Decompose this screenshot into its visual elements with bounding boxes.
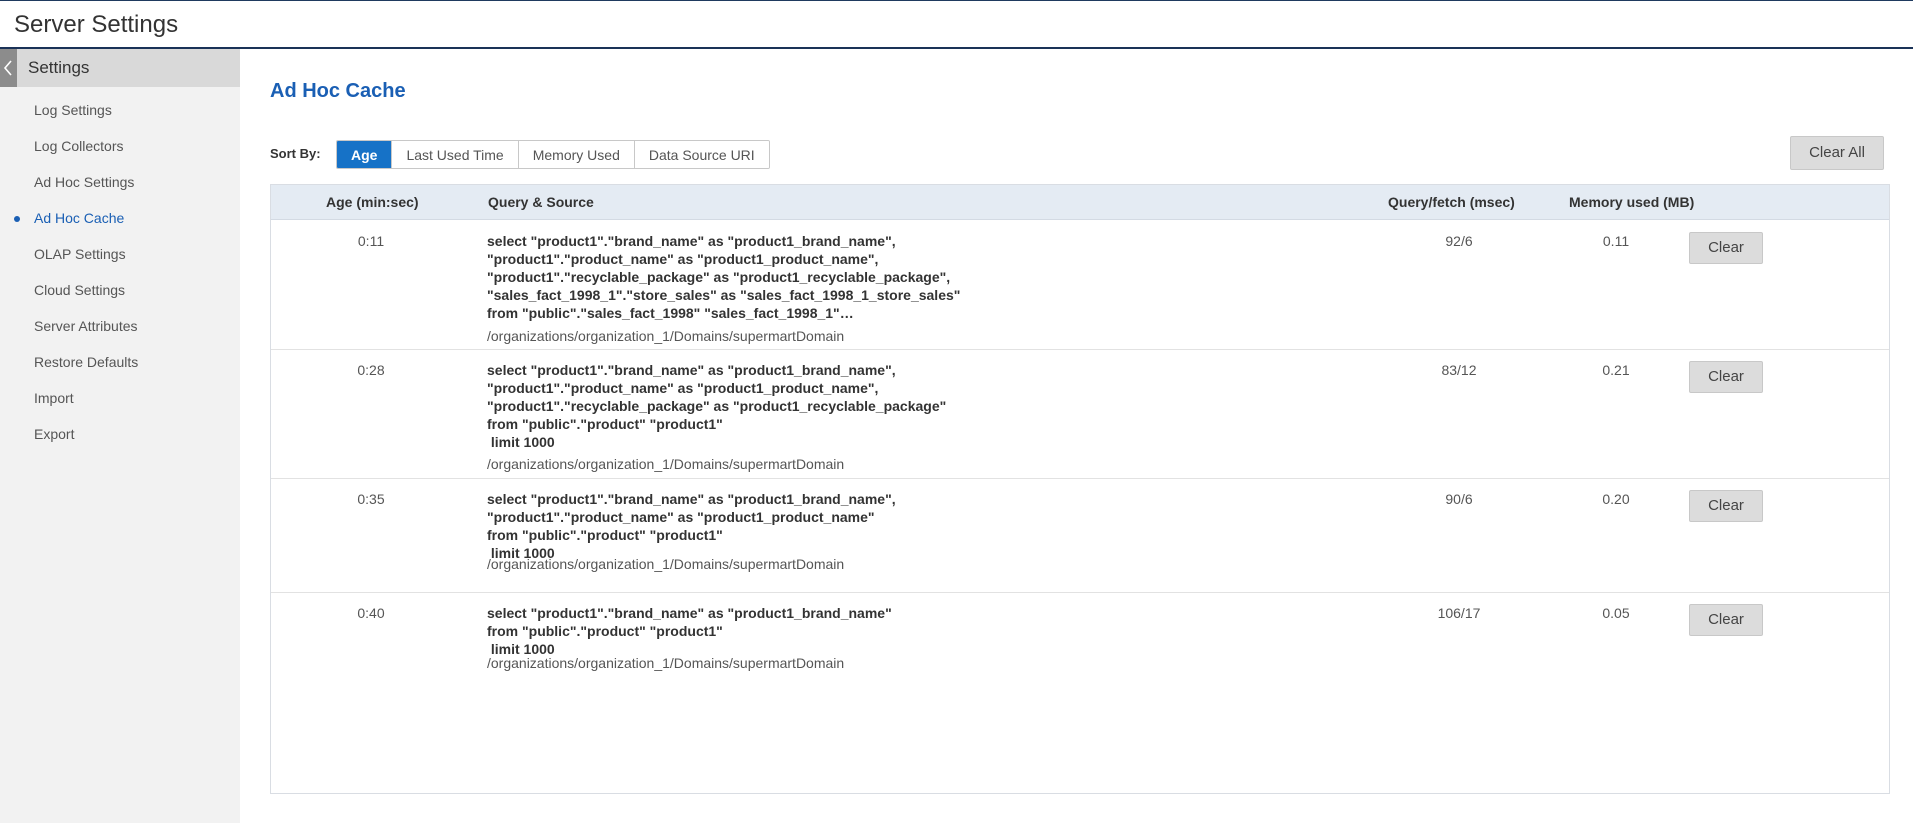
- sidebar-item-label: Ad Hoc Cache: [34, 210, 125, 226]
- age-cell: 0:40: [357, 605, 385, 621]
- age-cell: 0:35: [357, 491, 385, 507]
- column-header-memory[interactable]: Memory used (MB): [1569, 194, 1694, 210]
- sort-button-group: Age Last Used Time Memory Used Data Sour…: [336, 140, 770, 169]
- sort-last-used-time-button[interactable]: Last Used Time: [392, 141, 519, 168]
- sidebar-title: Settings: [28, 58, 90, 77]
- column-header-query-fetch[interactable]: Query/fetch (msec): [1388, 194, 1515, 210]
- sidebar-item-log-collectors[interactable]: Log Collectors: [0, 130, 240, 166]
- query-fetch-cell: 83/12: [1441, 362, 1477, 378]
- main-content: Ad Hoc Cache Sort By: Age Last Used Time…: [240, 49, 1913, 823]
- sidebar-item-log-settings[interactable]: Log Settings: [0, 94, 240, 130]
- query-text: select "product1"."brand_name" as "produ…: [487, 490, 896, 562]
- sidebar-item-export[interactable]: Export: [0, 418, 240, 454]
- query-line: from "public"."product" "product1": [487, 416, 723, 432]
- sidebar-item-import[interactable]: Import: [0, 382, 240, 418]
- query-line: "product1"."recyclable_package" as "prod…: [487, 398, 947, 414]
- query-line: select "product1"."brand_name" as "produ…: [487, 362, 896, 378]
- table-row: 0:28 select "product1"."brand_name" as "p…: [271, 350, 1889, 479]
- query-line: from "public"."product" "product1": [487, 623, 723, 639]
- data-source-uri: /organizations/organization_1/Domains/su…: [487, 556, 845, 572]
- clear-button[interactable]: Clear: [1689, 232, 1763, 264]
- sort-memory-used-button[interactable]: Memory Used: [518, 141, 635, 168]
- clear-button[interactable]: Clear: [1689, 490, 1763, 522]
- active-indicator: [14, 216, 20, 222]
- sidebar-item-label: Log Collectors: [34, 138, 124, 154]
- sidebar-header: Settings: [0, 49, 240, 87]
- sidebar-item-label: Ad Hoc Settings: [34, 174, 135, 190]
- memory-cell: 0.11: [1602, 233, 1630, 249]
- query-line: "product1"."product_name" as "product1_p…: [487, 380, 879, 396]
- clear-button[interactable]: Clear: [1689, 361, 1763, 393]
- memory-cell: 0.05: [1602, 605, 1630, 621]
- sidebar-item-label: Export: [34, 426, 75, 442]
- sort-data-source-uri-button[interactable]: Data Source URI: [634, 141, 769, 168]
- query-line: "product1"."recyclable_package" as "prod…: [487, 269, 951, 285]
- table-header: Age (min:sec) Query & Source Query/fetch…: [271, 185, 1889, 220]
- sidebar-item-olap-settings[interactable]: OLAP Settings: [0, 238, 240, 274]
- query-line: "product1"."product_name" as "product1_p…: [487, 251, 879, 267]
- collapse-sidebar-button[interactable]: [0, 49, 17, 87]
- query-line: from "public"."product" "product1": [487, 527, 723, 543]
- query-line: select "product1"."brand_name" as "produ…: [487, 233, 896, 249]
- query-line: "sales_fact_1998_1"."store_sales" as "sa…: [487, 287, 961, 303]
- memory-cell: 0.20: [1602, 491, 1630, 507]
- query-text: select "product1"."brand_name" as "produ…: [487, 604, 892, 658]
- data-source-uri: /organizations/organization_1/Domains/su…: [487, 456, 845, 472]
- query-line: limit 1000: [487, 434, 555, 450]
- query-fetch-cell: 90/6: [1445, 491, 1473, 507]
- column-header-query-source[interactable]: Query & Source: [488, 194, 594, 210]
- memory-cell: 0.21: [1602, 362, 1630, 378]
- column-header-age[interactable]: Age (min:sec): [326, 194, 419, 210]
- table-row: 0:40 select "product1"."brand_name" as "p…: [271, 593, 1889, 691]
- app-title: Server Settings: [14, 11, 179, 38]
- page-title: Ad Hoc Cache: [270, 80, 406, 102]
- clear-button[interactable]: Clear: [1689, 604, 1763, 636]
- chevron-left-icon: [3, 60, 12, 76]
- query-line: from "public"."sales_fact_1998" "sales_f…: [487, 305, 854, 321]
- data-source-uri: /organizations/organization_1/Domains/su…: [487, 655, 845, 671]
- sort-by-label: Sort By:: [270, 146, 321, 161]
- query-line: select "product1"."brand_name" as "produ…: [487, 605, 892, 621]
- query-text: select "product1"."brand_name" as "produ…: [487, 232, 960, 322]
- table-row: 0:11 select "product1"."brand_name" as "p…: [271, 221, 1889, 350]
- query-text: select "product1"."brand_name" as "produ…: [487, 361, 946, 451]
- query-fetch-cell: 92/6: [1445, 233, 1473, 249]
- sidebar-nav: Log Settings Log Collectors Ad Hoc Setti…: [0, 94, 240, 454]
- query-line: select "product1"."brand_name" as "produ…: [487, 491, 896, 507]
- sidebar-item-cloud-settings[interactable]: Cloud Settings: [0, 274, 240, 310]
- sidebar-item-restore-defaults[interactable]: Restore Defaults: [0, 346, 240, 382]
- sidebar-item-label: Log Settings: [34, 102, 112, 118]
- sidebar: Settings Log Settings Log Collectors Ad …: [0, 49, 240, 823]
- table-row: 0:35 select "product1"."brand_name" as "p…: [271, 479, 1889, 593]
- sort-age-button[interactable]: Age: [337, 141, 393, 168]
- sidebar-item-label: Cloud Settings: [34, 282, 126, 298]
- sidebar-item-label: Import: [34, 390, 74, 406]
- sidebar-item-label: Restore Defaults: [34, 354, 139, 370]
- sidebar-item-ad-hoc-cache[interactable]: Ad Hoc Cache: [0, 202, 240, 238]
- top-bar: Server Settings: [0, 0, 1913, 49]
- sidebar-item-ad-hoc-settings[interactable]: Ad Hoc Settings: [0, 166, 240, 202]
- sidebar-item-label: OLAP Settings: [34, 246, 126, 262]
- age-cell: 0:11: [357, 233, 385, 249]
- query-fetch-cell: 106/17: [1437, 605, 1481, 621]
- data-source-uri: /organizations/organization_1/Domains/su…: [487, 328, 845, 344]
- sidebar-item-label: Server Attributes: [34, 318, 138, 334]
- query-line: "product1"."product_name" as "product1_p…: [487, 509, 875, 525]
- sidebar-item-server-attributes[interactable]: Server Attributes: [0, 310, 240, 346]
- clear-all-button[interactable]: Clear All: [1790, 136, 1884, 170]
- cache-table: Age (min:sec) Query & Source Query/fetch…: [270, 184, 1890, 794]
- age-cell: 0:28: [357, 362, 385, 378]
